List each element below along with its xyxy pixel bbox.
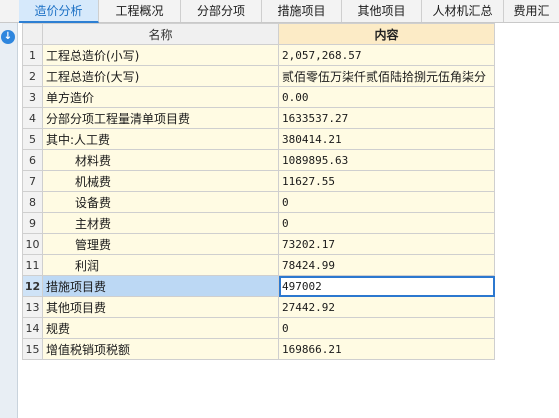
row-name-cell[interactable]: 主材费 (42, 212, 279, 234)
content-column-header[interactable]: 内容 (278, 23, 495, 45)
row-number[interactable]: 15 (22, 338, 43, 360)
row-value-cell[interactable]: 0 (278, 212, 495, 234)
row-number[interactable]: 6 (22, 149, 43, 171)
row-number[interactable]: 4 (22, 107, 43, 129)
table-row[interactable]: 14 规费 0 (22, 317, 495, 339)
table-row[interactable]: 15 增值税销项税额 169866.21 (22, 338, 495, 360)
row-value-cell[interactable]: 2,057,268.57 (278, 44, 495, 66)
tab-bar: 造价分析 工程概况 分部分项 措施项目 其他项目 人材机汇总 费用汇 (0, 0, 559, 23)
row-value-cell[interactable]: 1633537.27 (278, 107, 495, 129)
row-value-cell[interactable]: 78424.99 (278, 254, 495, 276)
row-name-cell[interactable]: 工程总造价(小写) (42, 44, 279, 66)
tab-project-overview[interactable]: 工程概况 (99, 0, 181, 22)
row-value-cell[interactable]: 73202.17 (278, 233, 495, 255)
row-number[interactable]: 11 (22, 254, 43, 276)
cost-analysis-table: 名称 内容 1 工程总造价(小写) 2,057,268.57 2 工程总造价(大写) 贰佰… (22, 23, 495, 360)
table-row[interactable]: 8 设备费 0 (22, 191, 495, 213)
row-name-cell[interactable]: 设备费 (42, 191, 279, 213)
row-number[interactable]: 2 (22, 65, 43, 87)
row-name-cell[interactable]: 增值税销项税额 (42, 338, 279, 360)
row-number[interactable]: 10 (22, 233, 43, 255)
table-row[interactable]: 4 分部分项工程量清单项目费 1633537.27 (22, 107, 495, 129)
row-name-cell[interactable]: 单方造价 (42, 86, 279, 108)
row-number[interactable]: 14 (22, 317, 43, 339)
row-value-cell[interactable]: 497002 (278, 275, 495, 297)
name-column-header[interactable]: 名称 (42, 23, 279, 45)
row-value-cell[interactable]: 0 (278, 191, 495, 213)
row-name-cell[interactable]: 分部分项工程量清单项目费 (42, 107, 279, 129)
row-number[interactable]: 3 (22, 86, 43, 108)
table-row[interactable]: 6 材料费 1089895.63 (22, 149, 495, 171)
empty-area (496, 23, 559, 418)
row-name-cell[interactable]: 措施项目费 (42, 275, 279, 297)
table-row[interactable]: 11 利润 78424.99 (22, 254, 495, 276)
table-row[interactable]: 7 机械费 11627.55 (22, 170, 495, 192)
table-header-row: 名称 内容 (22, 23, 495, 45)
row-number[interactable]: 8 (22, 191, 43, 213)
table-row[interactable]: 9 主材费 0 (22, 212, 495, 234)
row-name-cell[interactable]: 机械费 (42, 170, 279, 192)
table-row[interactable]: 2 工程总造价(大写) 贰佰零伍万柒仟贰佰陆拾捌元伍角柒分 (22, 65, 495, 87)
left-side-panel: ↓ (0, 23, 18, 418)
row-value-cell[interactable]: 169866.21 (278, 338, 495, 360)
circle-arrow-down-icon[interactable]: ↓ (1, 30, 15, 44)
row-name-cell[interactable]: 管理费 (42, 233, 279, 255)
row-name-cell[interactable]: 其中:人工费 (42, 128, 279, 150)
row-value-cell[interactable]: 11627.55 (278, 170, 495, 192)
tab-cost-analysis[interactable]: 造价分析 (19, 0, 99, 23)
row-name-cell[interactable]: 其他项目费 (42, 296, 279, 318)
row-number[interactable]: 9 (22, 212, 43, 234)
row-name-cell[interactable]: 材料费 (42, 149, 279, 171)
row-number[interactable]: 12 (22, 275, 43, 297)
row-number[interactable]: 1 (22, 44, 43, 66)
table-row[interactable]: 10 管理费 73202.17 (22, 233, 495, 255)
row-value-cell[interactable]: 0 (278, 317, 495, 339)
tab-fee-summary[interactable]: 费用汇 (504, 0, 559, 22)
row-value-cell[interactable]: 贰佰零伍万柒仟贰佰陆拾捌元伍角柒分 (278, 65, 495, 87)
table-row[interactable]: 1 工程总造价(小写) 2,057,268.57 (22, 44, 495, 66)
row-number[interactable]: 5 (22, 128, 43, 150)
tab-labor-material-machine[interactable]: 人材机汇总 (422, 0, 504, 22)
row-name-cell[interactable]: 利润 (42, 254, 279, 276)
table-row[interactable]: 13 其他项目费 27442.92 (22, 296, 495, 318)
row-value-cell[interactable]: 0.00 (278, 86, 495, 108)
row-number[interactable]: 7 (22, 170, 43, 192)
table-row[interactable]: 5 其中:人工费 380414.21 (22, 128, 495, 150)
row-name-cell[interactable]: 规费 (42, 317, 279, 339)
tab-other-items[interactable]: 其他项目 (342, 0, 422, 22)
tab-sub-items[interactable]: 分部分项 (181, 0, 262, 22)
row-name-cell[interactable]: 工程总造价(大写) (42, 65, 279, 87)
table-row[interactable]: 3 单方造价 0.00 (22, 86, 495, 108)
row-value-cell[interactable]: 380414.21 (278, 128, 495, 150)
table-row[interactable]: 12 措施项目费 497002 (22, 275, 495, 297)
row-number[interactable]: 13 (22, 296, 43, 318)
row-number-header (22, 23, 43, 45)
row-value-cell[interactable]: 1089895.63 (278, 149, 495, 171)
tab-measures[interactable]: 措施项目 (262, 0, 342, 22)
row-value-cell[interactable]: 27442.92 (278, 296, 495, 318)
